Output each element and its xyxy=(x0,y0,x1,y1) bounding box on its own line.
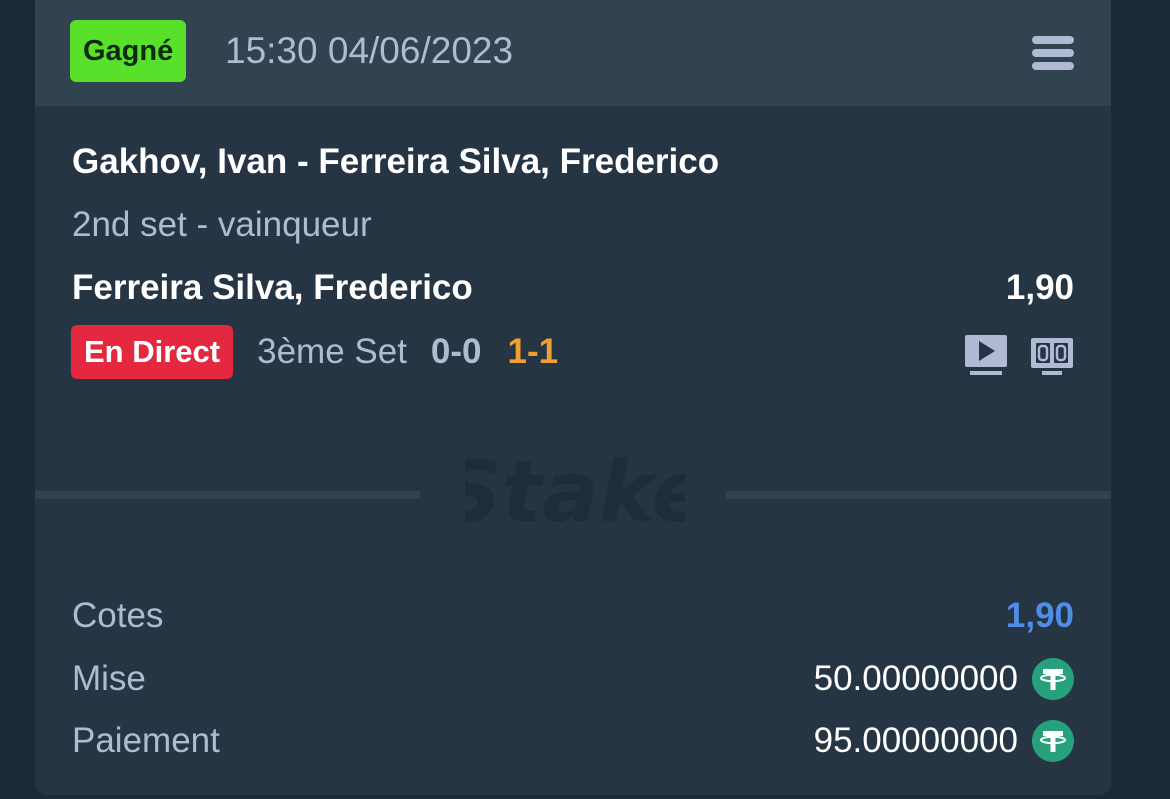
match-title[interactable]: Gakhov, Ivan - Ferreira Silva, Frederico xyxy=(72,140,719,184)
live-icons xyxy=(964,333,1074,377)
bet-datetime: 15:30 04/06/2023 xyxy=(225,30,514,71)
tether-icon xyxy=(1032,658,1074,700)
selection-name: Ferreira Silva, Frederico xyxy=(72,268,473,307)
stake-value-row: 50.00000000 xyxy=(814,657,1074,701)
total-odds: 1,90 xyxy=(1005,596,1074,635)
bet-card: Gagné 15:30 04/06/2023 Gakhov, Ivan - Fe… xyxy=(35,0,1111,795)
payout-amount: 95.00000000 xyxy=(813,721,1018,760)
stake-label: Mise xyxy=(72,659,146,698)
scoreboard-icon[interactable] xyxy=(1030,333,1074,377)
divider-right xyxy=(726,491,1111,499)
bet-header: Gagné 15:30 04/06/2023 xyxy=(35,0,1111,106)
odds-value-row: 1,90 xyxy=(1006,594,1074,638)
svg-text:Stake: Stake xyxy=(465,443,685,541)
menu-icon[interactable] xyxy=(1032,36,1074,70)
market-name: 2nd set - vainqueur xyxy=(72,205,372,244)
live-stream-icon[interactable] xyxy=(964,333,1008,377)
tether-icon xyxy=(1032,720,1074,762)
game-score: 1-1 xyxy=(507,332,559,371)
payout-label: Paiement xyxy=(72,721,220,760)
live-status-row: En Direct 3ème Set 0-0 1-1 xyxy=(71,325,558,379)
divider-left xyxy=(35,491,420,499)
payout-value-row: 95.00000000 xyxy=(814,719,1074,763)
stake-amount: 50.00000000 xyxy=(813,659,1018,698)
odds-label: Cotes xyxy=(72,596,164,635)
set-label: 3ème Set xyxy=(257,332,407,371)
stake-logo: Stake xyxy=(465,443,685,541)
status-badge: Gagné xyxy=(70,20,187,82)
set-score: 0-0 xyxy=(430,332,482,371)
selection-odds: 1,90 xyxy=(1005,268,1074,307)
live-badge: En Direct xyxy=(71,325,234,379)
